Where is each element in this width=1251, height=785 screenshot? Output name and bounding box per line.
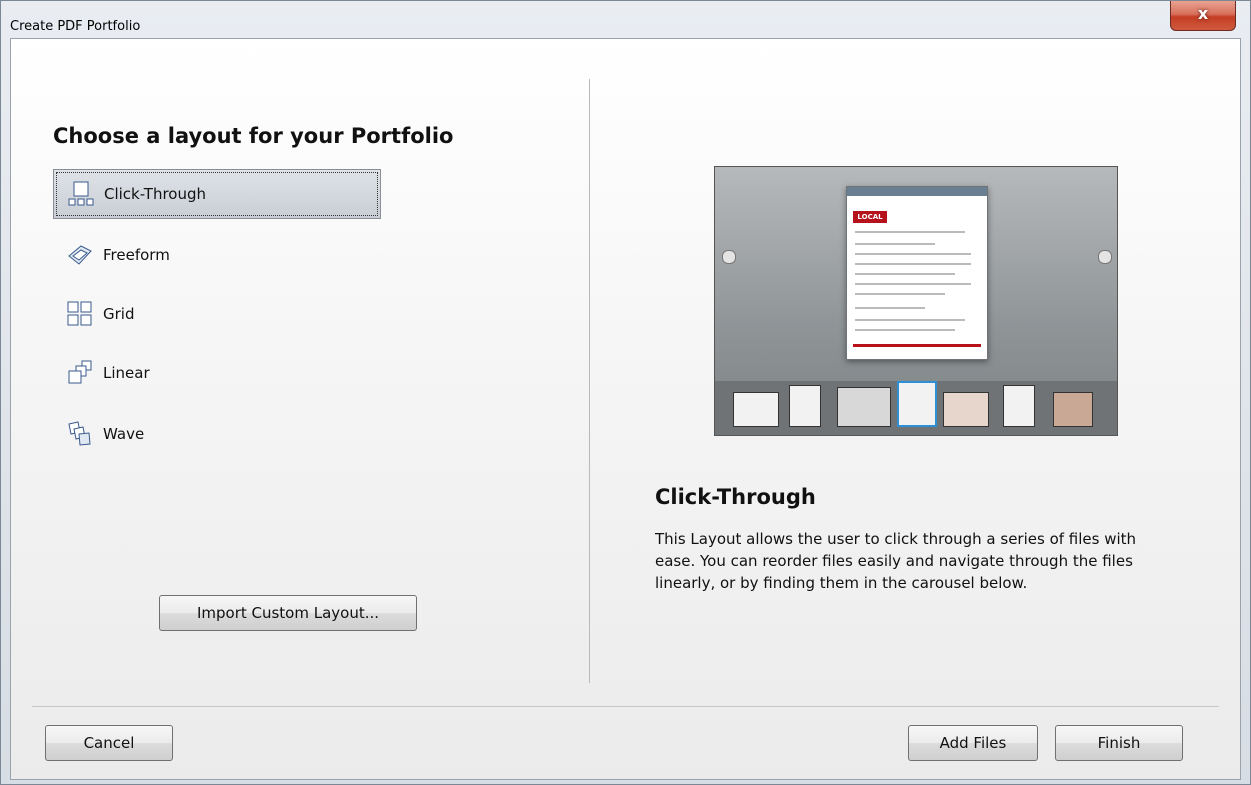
wave-icon <box>67 421 93 447</box>
finish-button[interactable]: Finish <box>1055 725 1183 761</box>
preview-document: LOCAL <box>846 186 988 360</box>
layout-option-click-through[interactable]: Click-Through <box>53 169 381 219</box>
freeform-icon <box>67 242 93 268</box>
cancel-button[interactable]: Cancel <box>45 725 173 761</box>
layout-option-label: Click-Through <box>104 185 206 203</box>
layout-option-linear[interactable]: Linear <box>53 348 381 398</box>
layout-preview-image: LOCAL <box>714 166 1118 436</box>
close-button[interactable]: x <box>1170 1 1236 31</box>
preview-title: Click-Through <box>655 485 816 509</box>
preview-prev-arrow-icon <box>722 250 736 264</box>
add-files-button[interactable]: Add Files <box>908 725 1038 761</box>
layout-heading: Choose a layout for your Portfolio <box>53 124 454 148</box>
footer-divider <box>32 706 1219 707</box>
layout-option-wave[interactable]: Wave <box>53 409 381 459</box>
layout-option-freeform[interactable]: Freeform <box>53 230 381 280</box>
preview-next-arrow-icon <box>1098 250 1112 264</box>
window-title: Create PDF Portfolio <box>10 19 141 34</box>
dialog-content: Choose a layout for your Portfolio Click… <box>10 38 1241 780</box>
layout-option-label: Linear <box>103 364 150 382</box>
linear-icon <box>67 360 93 386</box>
grid-icon <box>67 301 93 327</box>
layout-option-label: Wave <box>103 425 145 443</box>
preview-carousel <box>715 381 1117 435</box>
import-custom-layout-button[interactable]: Import Custom Layout... <box>159 595 417 631</box>
click-through-icon <box>68 181 94 207</box>
vertical-divider <box>589 79 590 683</box>
create-pdf-portfolio-dialog: Create PDF Portfolio x Choose a layout f… <box>0 0 1251 785</box>
layout-option-label: Freeform <box>103 246 170 264</box>
preview-description: This Layout allows the user to click thr… <box>655 530 1137 592</box>
preview-document-badge: LOCAL <box>853 211 887 223</box>
layout-option-label: Grid <box>103 305 135 323</box>
layout-option-grid[interactable]: Grid <box>53 289 381 339</box>
